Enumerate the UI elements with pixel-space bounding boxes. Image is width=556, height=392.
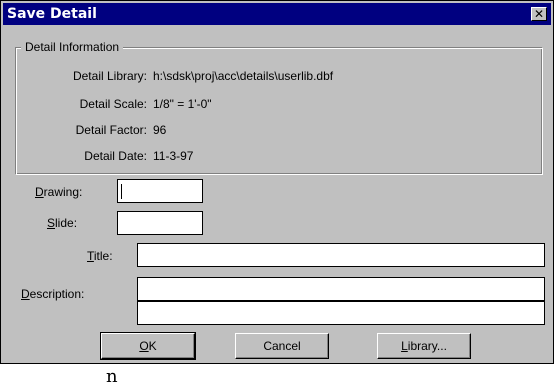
detail-date-value: 11-3-97 [153,149,194,163]
window-title: Save Detail [7,6,97,22]
save-detail-dialog: Save Detail ✕ Detail Information Detail … [0,0,554,364]
title-bar: Save Detail ✕ [3,3,551,25]
detail-scale-row: Detail Scale: [1,97,147,113]
title-field[interactable] [137,243,545,267]
detail-library-label: Detail Library: [72,69,147,83]
detail-library-row: Detail Library: [1,69,147,85]
detail-date-label: Detail Date: [84,149,147,163]
description-field-line1[interactable] [137,277,545,301]
detail-scale-value: 1/8" = 1'-0" [153,97,212,111]
close-icon: ✕ [533,7,545,21]
detail-factor-row: Detail Factor: [1,123,147,139]
description-field-line2[interactable] [137,301,545,325]
ok-button[interactable]: OK [100,332,196,360]
group-legend: Detail Information [21,40,124,54]
title-label: Title: [87,249,113,263]
description-label: Description: [21,287,85,301]
drawing-field[interactable] [117,179,203,203]
slide-field[interactable] [117,211,203,235]
text-caret [121,184,122,199]
drawing-label: Drawing: [35,185,83,199]
stray-text: n [106,366,118,387]
detail-date-row: Detail Date: [1,149,147,165]
detail-scale-label: Detail Scale: [79,97,147,111]
detail-library-value: h:\sdsk\proj\acc\details\userlib.dbf [153,69,334,83]
detail-factor-label: Detail Factor: [75,123,147,137]
slide-label: Slide: [47,216,78,230]
library-button[interactable]: Library... [377,333,471,359]
detail-factor-value: 96 [153,123,167,137]
close-button[interactable]: ✕ [531,7,547,21]
cancel-button[interactable]: Cancel [235,333,329,359]
